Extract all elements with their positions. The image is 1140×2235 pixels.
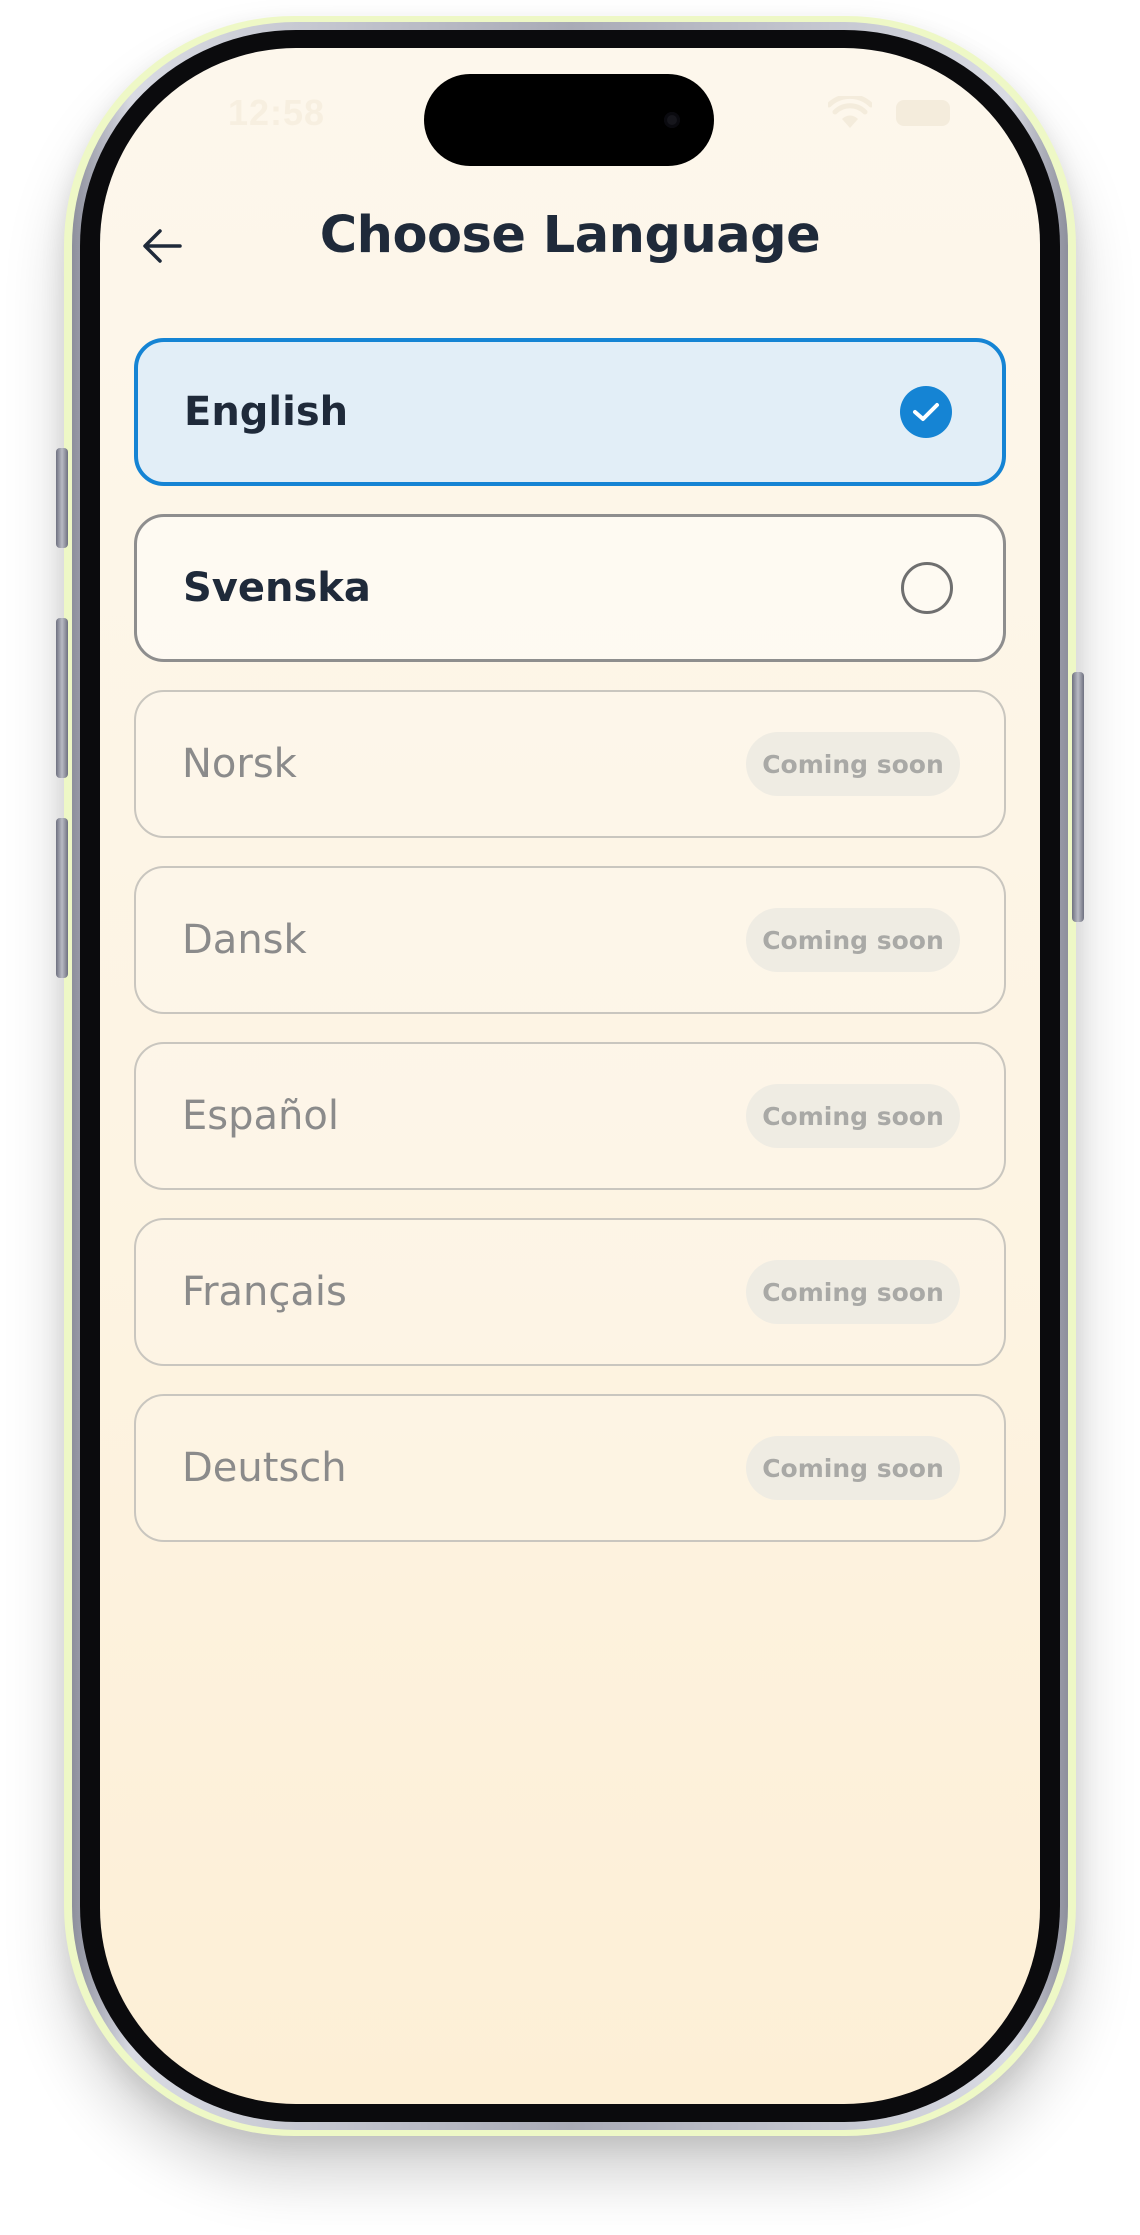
coming-soon-badge: Coming soon (746, 1084, 960, 1148)
coming-soon-badge: Coming soon (746, 1260, 960, 1324)
action-button (56, 448, 68, 548)
device-mockup: 12:58 Choose Language English Svenska No… (0, 0, 1140, 2235)
language-label: Dansk (182, 917, 307, 963)
language-label: Deutsch (182, 1445, 347, 1491)
language-option-francais[interactable]: Français Coming soon (134, 1218, 1006, 1366)
language-option-svenska[interactable]: Svenska (134, 514, 1006, 662)
language-label: Français (182, 1269, 347, 1315)
page-title: Choose Language (319, 206, 821, 265)
language-option-norsk[interactable]: Norsk Coming soon (134, 690, 1006, 838)
dynamic-island (424, 74, 714, 166)
language-label: English (184, 389, 349, 435)
language-option-english[interactable]: English (134, 338, 1006, 486)
checkmark-icon (900, 386, 952, 438)
coming-soon-badge: Coming soon (746, 732, 960, 796)
wifi-icon (826, 93, 874, 130)
status-time: 12:58 (228, 92, 326, 133)
language-option-deutsch[interactable]: Deutsch Coming soon (134, 1394, 1006, 1542)
power-button (1072, 672, 1084, 922)
language-label: Español (182, 1093, 339, 1139)
radio-unselected-icon (901, 562, 953, 614)
battery-icon (896, 100, 950, 126)
volume-down-button (56, 818, 68, 978)
volume-up-button (56, 618, 68, 778)
language-label: Svenska (183, 565, 371, 611)
front-camera (664, 112, 680, 128)
coming-soon-badge: Coming soon (746, 908, 960, 972)
coming-soon-badge: Coming soon (746, 1436, 960, 1500)
language-option-espanol[interactable]: Español Coming soon (134, 1042, 1006, 1190)
language-option-dansk[interactable]: Dansk Coming soon (134, 866, 1006, 1014)
language-label: Norsk (182, 741, 297, 787)
app-screen: 12:58 Choose Language English Svenska No… (100, 48, 1040, 2104)
language-list: English Svenska Norsk Coming soon Dansk … (134, 338, 1006, 1570)
